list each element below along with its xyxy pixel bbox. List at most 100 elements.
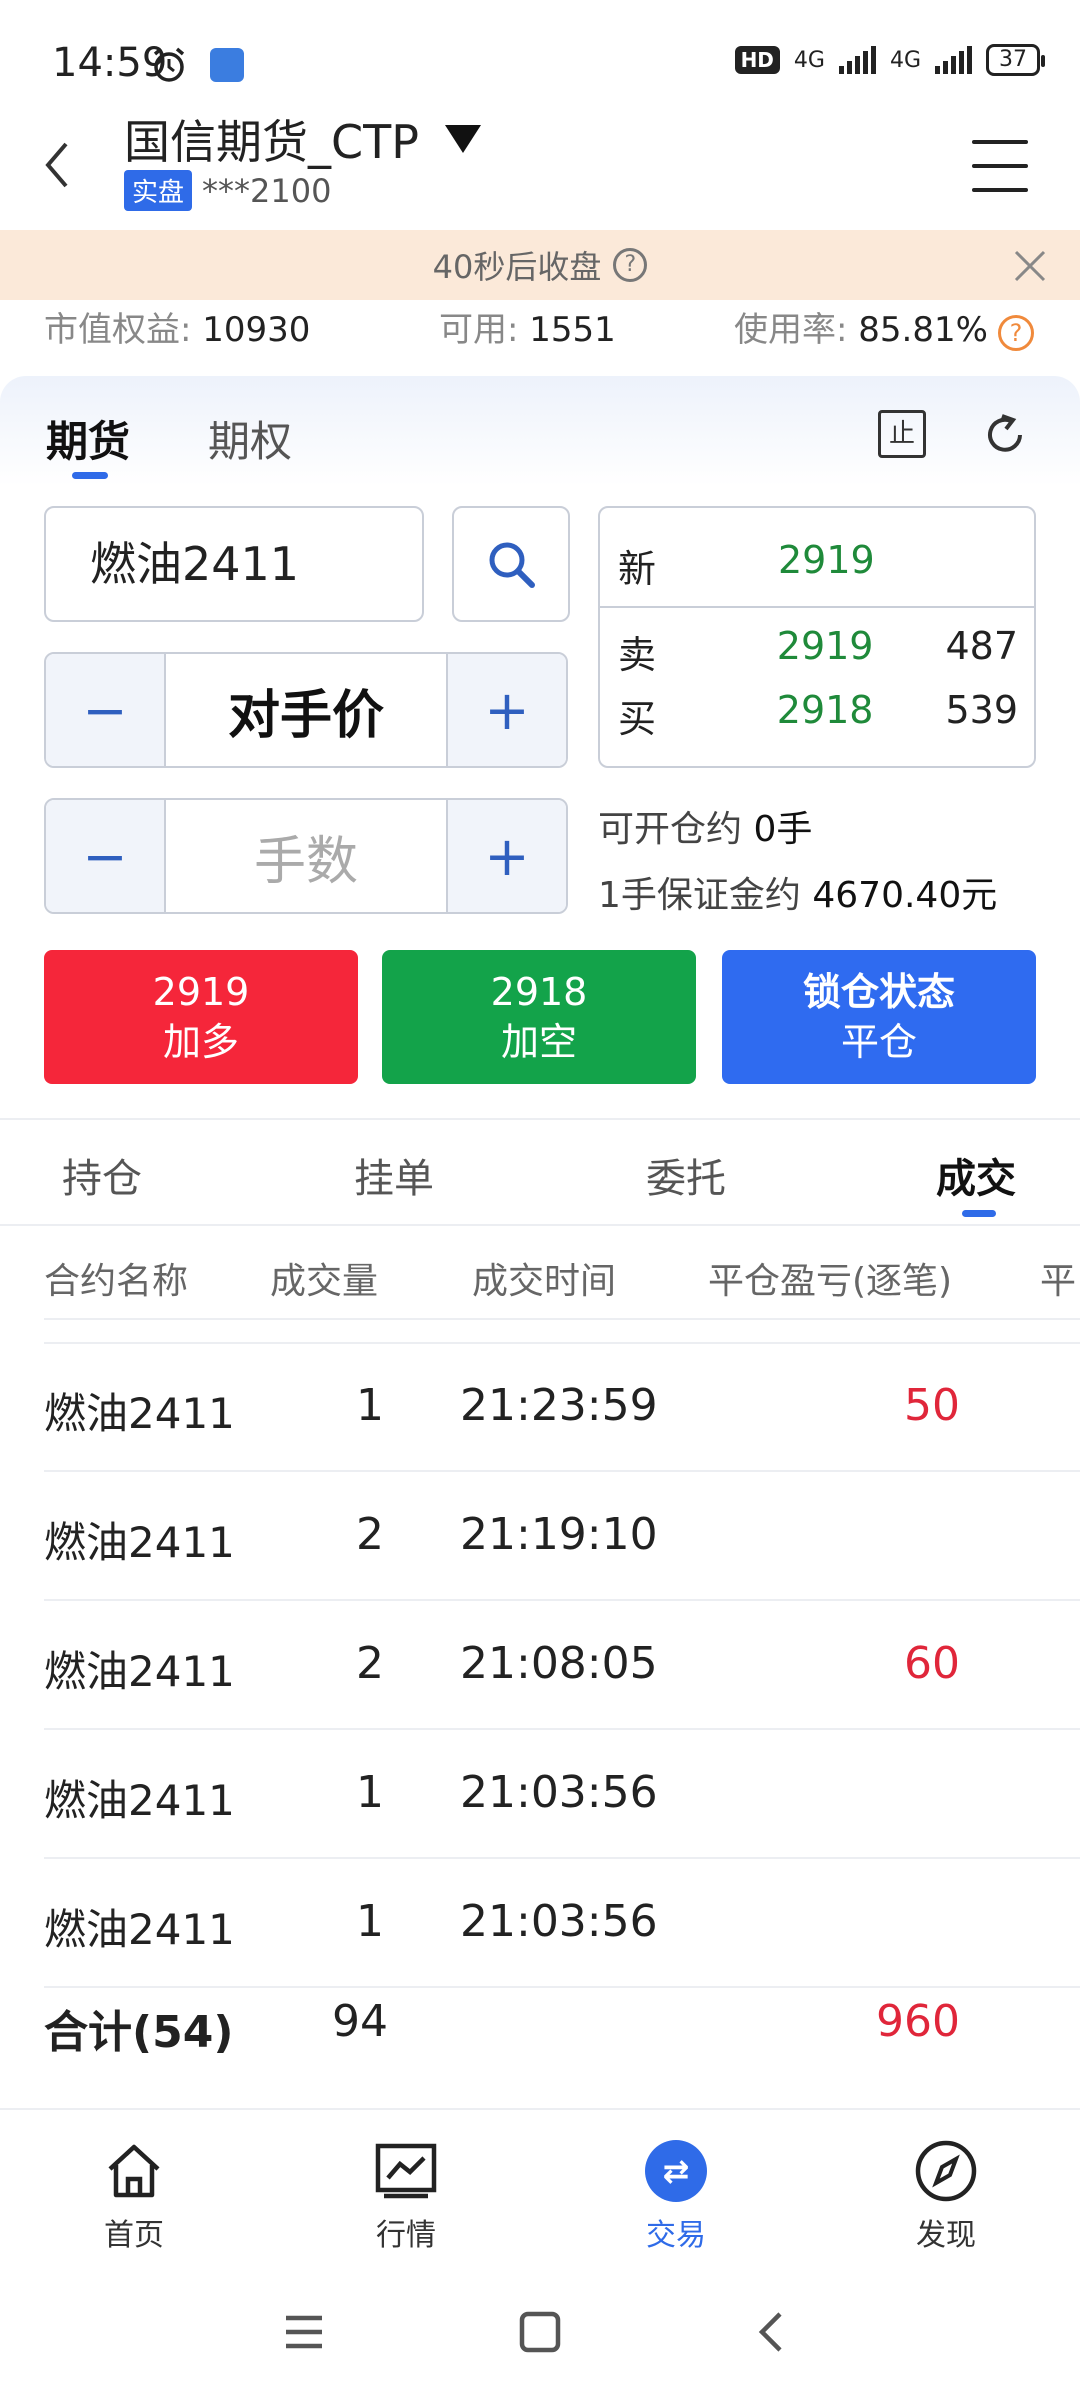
margin-value: 4670.40元 xyxy=(812,875,998,916)
close-position-button[interactable]: 锁仓状态 平仓 xyxy=(722,950,1036,1084)
openable-label: 可开仓约 xyxy=(598,809,743,850)
closing-notice: 40秒后收盘 ? xyxy=(0,230,1080,300)
stop-order-icon[interactable]: 止 xyxy=(878,410,926,458)
sell-short-price: 2918 xyxy=(490,970,588,1014)
row-time: 21:23:59 xyxy=(460,1380,658,1431)
quote-bid-row[interactable]: 买 2918 539 xyxy=(618,688,1018,743)
buy-long-button[interactable]: 2919 加多 xyxy=(44,950,358,1084)
equity-label: 市值权益: xyxy=(44,310,192,350)
search-button[interactable] xyxy=(452,506,570,622)
table-row[interactable]: 燃油2411 2 21:08:05 60 xyxy=(0,1602,1080,1730)
table-row[interactable]: 燃油2411 1 21:03:56 xyxy=(0,1731,1080,1859)
qty-minus-button[interactable]: − xyxy=(46,800,164,912)
hd-icon: HD xyxy=(734,46,780,74)
compass-icon xyxy=(911,2136,981,2206)
row-volume: 2 xyxy=(356,1638,384,1689)
battery-icon: 37 xyxy=(986,44,1045,76)
total-volume: 94 xyxy=(332,1996,388,2047)
margin-label: 1手保证金约 xyxy=(598,875,801,916)
quote-bid-volume: 539 xyxy=(945,688,1018,732)
table-row[interactable]: 燃油2411 2 21:19:10 xyxy=(0,1473,1080,1601)
equity-value: 10930 xyxy=(202,310,311,350)
row-volume: 1 xyxy=(356,1767,384,1818)
row-time: 21:19:10 xyxy=(460,1509,658,1560)
close-icon[interactable] xyxy=(1010,246,1050,286)
price-plus-button[interactable]: + xyxy=(448,654,566,766)
row-pnl: 60 xyxy=(904,1638,960,1689)
home-icon xyxy=(99,2136,169,2206)
tab-trades-indicator xyxy=(962,1210,996,1217)
lock-status-label: 锁仓状态 xyxy=(802,970,955,1014)
openable-info: 可开仓约 0手 xyxy=(598,800,812,852)
quote-box: 新 2919 卖 2919 487 买 2918 539 xyxy=(598,506,1036,768)
sell-short-button[interactable]: 2918 加空 xyxy=(382,950,696,1084)
column-header-time: 成交时间 xyxy=(472,1261,617,1302)
tab-pending-orders[interactable]: 挂单 xyxy=(354,1146,434,1204)
price-type-field[interactable]: 对手价 xyxy=(164,654,448,766)
column-header-contract: 合约名称 xyxy=(44,1261,189,1302)
table-row[interactable]: 燃油2411 1 21:03:56 xyxy=(0,1860,1080,1988)
account-switcher[interactable]: 国信期货_CTP xyxy=(124,106,481,172)
table-total-row: 合计(54) 94 960 xyxy=(0,1986,1080,2086)
usage-help-icon[interactable]: ? xyxy=(997,315,1034,351)
row-contract: 燃油2411 xyxy=(44,1776,235,1825)
account-type-badge: 实盘 xyxy=(124,170,193,211)
nav-home[interactable]: 首页 xyxy=(64,2136,204,2254)
home-button-icon[interactable] xyxy=(518,2310,562,2354)
total-label: 合计(54) xyxy=(44,2007,234,2058)
sell-short-label: 加空 xyxy=(500,1020,577,1064)
system-back-icon[interactable] xyxy=(752,2308,792,2356)
chart-icon xyxy=(371,2136,441,2206)
refresh-icon[interactable] xyxy=(980,410,1030,460)
back-button[interactable] xyxy=(34,130,84,200)
nav-home-label: 首页 xyxy=(104,2218,164,2253)
quote-bid-label: 买 xyxy=(618,697,657,741)
row-time: 21:08:05 xyxy=(460,1638,658,1689)
price-stepper: − 对手价 + xyxy=(44,652,568,768)
usage-label: 使用率: xyxy=(734,310,848,350)
account-number: ***2100 xyxy=(202,171,332,210)
row-pnl: 50 xyxy=(904,1380,960,1431)
tab-trades[interactable]: 成交 xyxy=(936,1146,1016,1204)
dropdown-triangle-icon xyxy=(444,125,481,153)
column-header-overflow: 平 xyxy=(1040,1261,1077,1302)
account-summary: 市值权益: 10930 可用: 1551 使用率: 85.81%? xyxy=(44,302,1044,351)
status-icons: HD 4G 4G 37 xyxy=(734,44,1045,76)
network-4g-label: 4G xyxy=(793,47,825,73)
contract-input[interactable]: 燃油2411 xyxy=(44,506,424,622)
nav-discover[interactable]: 发现 xyxy=(876,2136,1016,2254)
page-title: 国信期货_CTP xyxy=(124,115,419,169)
account-info: 实盘 ***2100 xyxy=(124,170,331,211)
row-time: 21:03:56 xyxy=(460,1896,658,1947)
row-contract: 燃油2411 xyxy=(44,1647,235,1696)
quote-ask-price: 2919 xyxy=(776,624,874,668)
nav-trade[interactable]: ⇄ 交易 xyxy=(606,2136,746,2254)
row-time: 21:03:56 xyxy=(460,1767,658,1818)
tab-active-indicator xyxy=(72,472,108,479)
tab-options[interactable]: 期权 xyxy=(208,408,292,469)
quote-ask-volume: 487 xyxy=(945,624,1018,668)
help-icon[interactable]: ? xyxy=(613,248,648,282)
network-4g-label-2: 4G xyxy=(889,47,921,73)
usage-value: 85.81% xyxy=(858,310,988,350)
divider xyxy=(0,1224,1080,1226)
quote-last-row: 新 2919 xyxy=(618,538,1018,593)
quote-ask-label: 卖 xyxy=(618,633,657,677)
nav-market[interactable]: 行情 xyxy=(336,2136,476,2254)
system-nav-bar xyxy=(0,2280,1080,2400)
tab-futures[interactable]: 期货 xyxy=(46,408,130,469)
divider xyxy=(0,1118,1080,1120)
qty-plus-button[interactable]: + xyxy=(448,800,566,912)
close-position-label: 平仓 xyxy=(840,1020,917,1064)
tab-positions[interactable]: 持仓 xyxy=(62,1146,142,1204)
table-row[interactable]: 燃油2411 1 21:23:59 50 xyxy=(0,1344,1080,1472)
recents-icon[interactable] xyxy=(282,2310,326,2354)
bottom-nav: 首页 行情 ⇄ 交易 发现 xyxy=(0,2108,1080,2258)
tab-orders[interactable]: 委托 xyxy=(646,1146,726,1204)
margin-info: 1手保证金约 4670.40元 xyxy=(598,866,997,918)
row-contract: 燃油2411 xyxy=(44,1905,235,1954)
menu-button[interactable] xyxy=(972,140,1028,192)
quote-ask-row[interactable]: 卖 2919 487 xyxy=(618,624,1018,679)
price-minus-button[interactable]: − xyxy=(46,654,164,766)
quantity-input[interactable]: 手数 xyxy=(164,800,448,912)
